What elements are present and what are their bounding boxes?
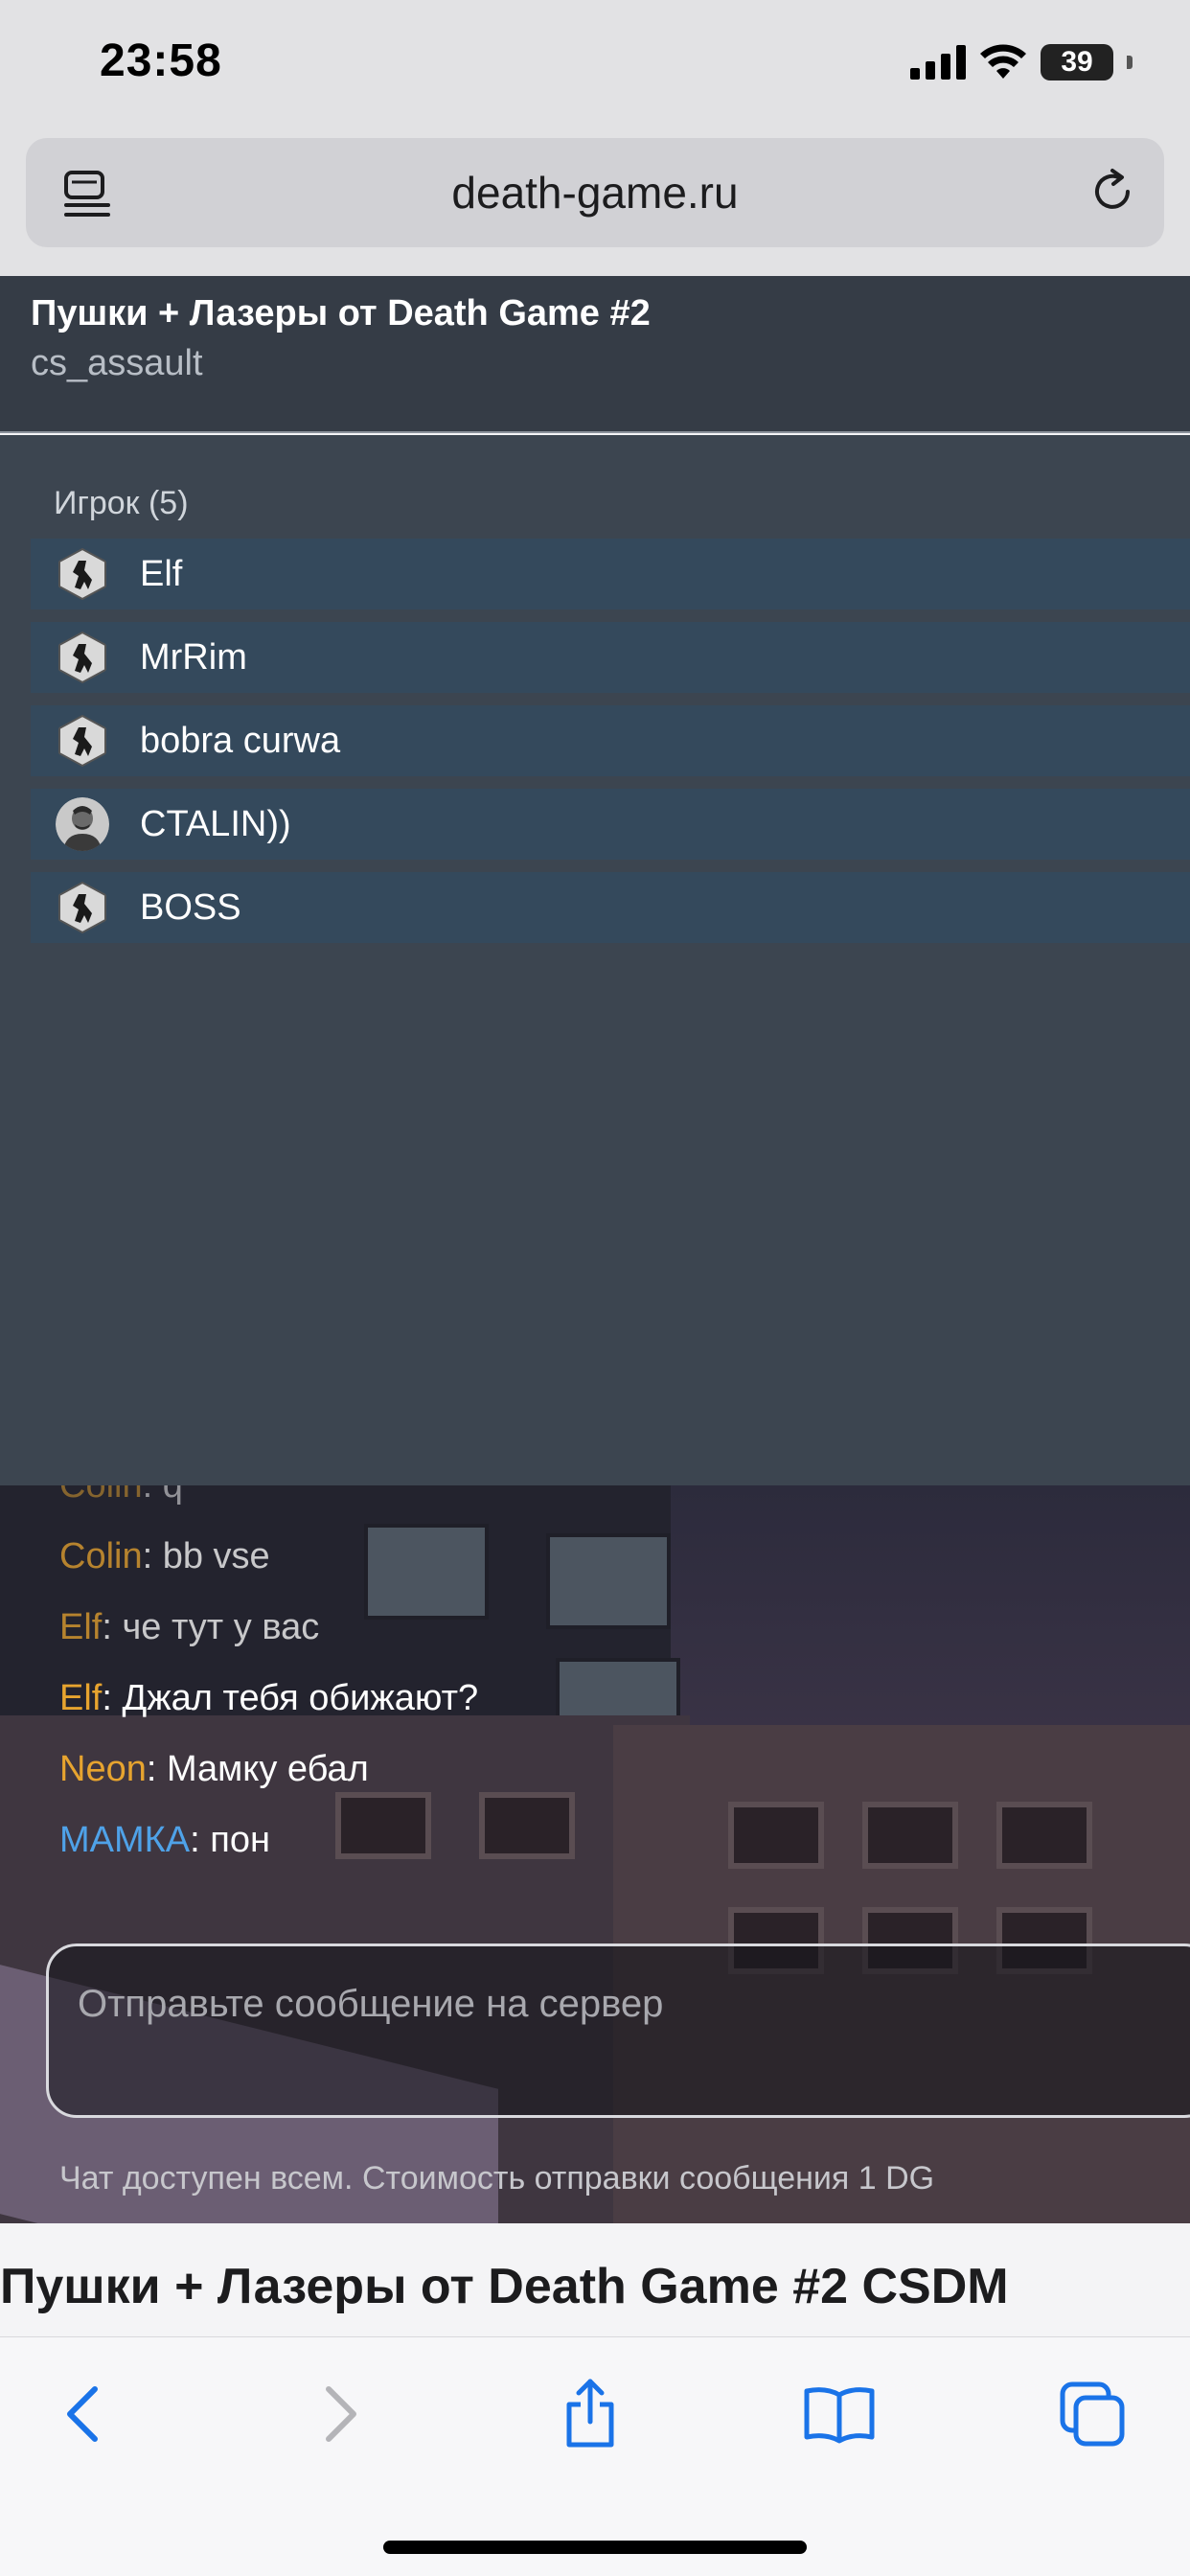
chat-text: : Джал тебя обижают? — [102, 1678, 479, 1718]
tabs-button[interactable] — [1052, 2374, 1133, 2454]
signal-icon — [910, 45, 966, 80]
player-row[interactable]: bobra curwa — [31, 705, 1190, 776]
cs-logo-icon — [58, 714, 106, 768]
chat-cost-note: Чат доступен всем. Стоимость отправки со… — [59, 2160, 935, 2196]
chat-text: : пон — [190, 1820, 270, 1860]
players-heading: Игрок (5) — [54, 485, 189, 521]
portrait-avatar — [56, 797, 109, 851]
player-name: CTALIN)) — [140, 803, 291, 844]
chat-text: : Мамку ебал — [146, 1749, 369, 1789]
server-map: cs_assault — [31, 343, 203, 383]
chat-message: Colin: q — [59, 1485, 1113, 1521]
chat-author[interactable]: Elf — [59, 1607, 102, 1647]
chat-author[interactable]: Elf — [59, 1678, 102, 1718]
chat-message: Elf: че тут у вас — [59, 1592, 1113, 1663]
status-time: 23:58 — [100, 35, 222, 86]
chat-author[interactable]: Colin — [59, 1536, 143, 1576]
page-heading: Пушки + Лазеры от Death Game #2 CSDM — [0, 2259, 1009, 2314]
player-name: BOSS — [140, 886, 241, 928]
chat-author[interactable]: МАМКА — [59, 1820, 190, 1860]
status-icons: 39 — [910, 44, 1133, 80]
bookmarks-icon — [804, 2387, 875, 2444]
forward-icon — [326, 2386, 356, 2442]
cs-logo-icon — [58, 547, 106, 601]
home-indicator[interactable] — [383, 2541, 807, 2554]
player-name: Elf — [140, 553, 183, 594]
battery-icon: 39 — [1041, 44, 1113, 80]
chat-author[interactable]: Colin — [59, 1485, 143, 1506]
player-row[interactable]: CTALIN)) — [31, 789, 1190, 860]
wifi-icon — [980, 44, 1026, 79]
chat-text: : че тут у вас — [102, 1607, 320, 1647]
forward-button[interactable] — [299, 2374, 379, 2454]
browser-toolbar — [0, 2336, 1190, 2576]
share-button[interactable] — [550, 2374, 630, 2454]
chat-message: МАМКА: пон — [59, 1805, 1113, 1875]
cs-logo-icon — [58, 881, 106, 934]
url-text[interactable]: death-game.ru — [26, 167, 1164, 218]
player-row[interactable]: BOSS — [31, 872, 1190, 943]
chat-author[interactable]: Neon — [59, 1749, 147, 1789]
tabs-icon — [1060, 2381, 1125, 2447]
chat-message-input[interactable] — [78, 1975, 1132, 2033]
browser-address-bar: death-game.ru — [0, 134, 1190, 276]
player-list: Elf MrRim bobra curwa CTALIN)) BOSS — [31, 539, 1190, 955]
chat-message: Elf: Джал тебя обижают? — [59, 1663, 1113, 1734]
chat-text: : bb vse — [142, 1536, 270, 1576]
chat-message: Neon: Мамку ебал — [59, 1734, 1113, 1805]
battery-cap — [1127, 56, 1133, 69]
chat-area: Colin: q Colin: bb vse Elf: че тут у вас… — [0, 1485, 1190, 2223]
status-bar: 23:58 39 — [0, 0, 1190, 134]
back-button[interactable] — [44, 2374, 125, 2454]
chat-input-box[interactable] — [46, 1944, 1190, 2118]
chat-text: : q — [142, 1485, 183, 1506]
page-title-strip: Пушки + Лазеры от Death Game #2 CSDM — [0, 2223, 1190, 2338]
player-name: MrRim — [140, 636, 247, 678]
chat-message: Colin: bb vse — [59, 1521, 1113, 1592]
url-field[interactable]: death-game.ru — [26, 138, 1164, 247]
cs-logo-icon — [58, 631, 106, 684]
share-icon — [566, 2379, 614, 2448]
chat-messages: Colin: q Colin: bb vse Elf: че тут у вас… — [59, 1485, 1113, 1875]
server-header: Пушки + Лазеры от Death Game #2 cs_assau… — [0, 276, 1190, 433]
reload-icon[interactable] — [1084, 163, 1141, 220]
battery-level: 39 — [1061, 46, 1093, 78]
players-panel: Игрок (5) Elf MrRim bobra curwa CTALIN))… — [0, 435, 1190, 1485]
server-title: Пушки + Лазеры от Death Game #2 — [31, 293, 651, 334]
bookmarks-button[interactable] — [799, 2374, 880, 2454]
player-name: bobra curwa — [140, 720, 341, 761]
back-icon — [67, 2386, 98, 2442]
player-row[interactable]: MrRim — [31, 622, 1190, 693]
player-row[interactable]: Elf — [31, 539, 1190, 610]
